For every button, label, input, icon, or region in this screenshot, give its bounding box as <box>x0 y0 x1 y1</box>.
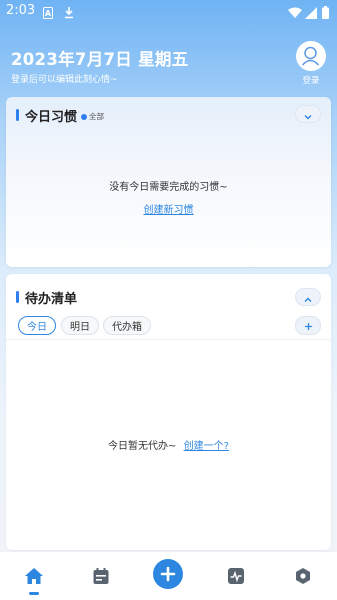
filter-dot-icon <box>81 113 87 120</box>
login-label[interactable]: 登录 <box>295 74 327 86</box>
todo-card: 待办清单 今日 明日 代办箱 今日暂无代办~ 创建一个? <box>6 274 331 550</box>
add-icon[interactable] <box>153 559 183 589</box>
font-icon: A <box>43 4 53 23</box>
todo-title: 待办清单 <box>25 292 78 307</box>
divider <box>6 339 331 340</box>
create-habit-link[interactable]: 创建新习惯 <box>144 205 194 216</box>
status-bar: 2:03 A <box>0 0 337 24</box>
tab-today[interactable]: 今日 <box>18 316 56 335</box>
settings-hex-icon[interactable] <box>291 564 315 588</box>
home-icon[interactable] <box>22 564 46 588</box>
battery-icon <box>322 4 329 23</box>
chevron-up-icon <box>304 288 312 307</box>
todo-empty-text: 今日暂无代办~ <box>108 441 177 452</box>
tab-tomorrow[interactable]: 明日 <box>61 316 99 335</box>
status-time: 2:03 <box>6 3 36 18</box>
tab-inbox[interactable]: 代办箱 <box>103 316 151 335</box>
add-todo-button[interactable] <box>295 316 321 335</box>
mood-hint[interactable]: 登录后可以编辑此刻心情~ <box>11 72 118 85</box>
wifi-icon <box>288 4 302 23</box>
habit-filter-label[interactable]: 全部 <box>89 111 104 122</box>
create-todo-link[interactable]: 创建一个? <box>184 441 229 452</box>
activity-icon[interactable] <box>224 564 248 588</box>
habits-card: 今日习惯 全部 没有今日需要完成的习惯~ 创建新习惯 <box>6 97 331 267</box>
signal-icon <box>305 4 317 23</box>
habits-title: 今日习惯 <box>25 110 78 125</box>
plus-icon <box>304 316 313 335</box>
section-marker <box>16 109 19 121</box>
active-tab-indicator <box>29 592 39 595</box>
svg-text:A: A <box>45 9 52 18</box>
habit-filter-all[interactable]: 全部 <box>81 111 104 122</box>
page-title: 2023年7月7日 星期五 <box>11 50 189 69</box>
bottom-nav <box>0 552 337 600</box>
calendar-icon[interactable] <box>89 564 113 588</box>
login-button[interactable]: 登录 <box>295 41 327 86</box>
download-icon <box>64 4 74 23</box>
avatar-icon[interactable] <box>296 41 326 71</box>
chevron-down-icon <box>304 105 312 124</box>
collapse-habits-button[interactable] <box>295 105 321 123</box>
habits-empty-text: 没有今日需要完成的习惯~ <box>109 182 228 193</box>
collapse-todo-button[interactable] <box>295 288 321 306</box>
section-marker <box>16 291 19 303</box>
